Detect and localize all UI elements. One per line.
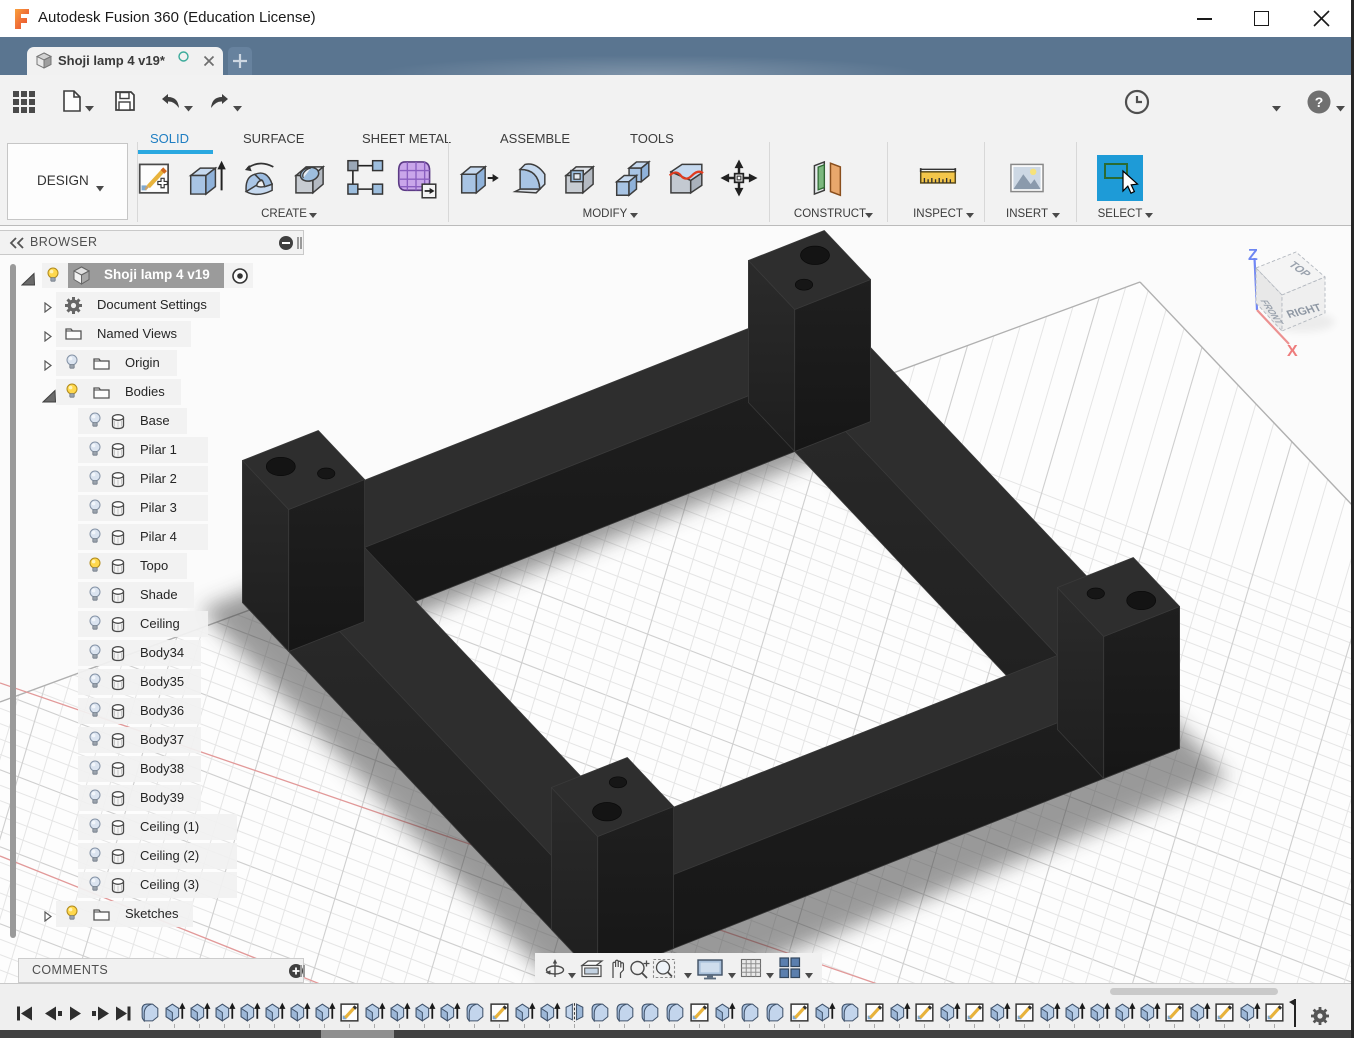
svg-text:X: X bbox=[1287, 343, 1298, 360]
svg-text:Z: Z bbox=[1248, 247, 1258, 264]
svg-text:?: ? bbox=[1315, 94, 1324, 110]
